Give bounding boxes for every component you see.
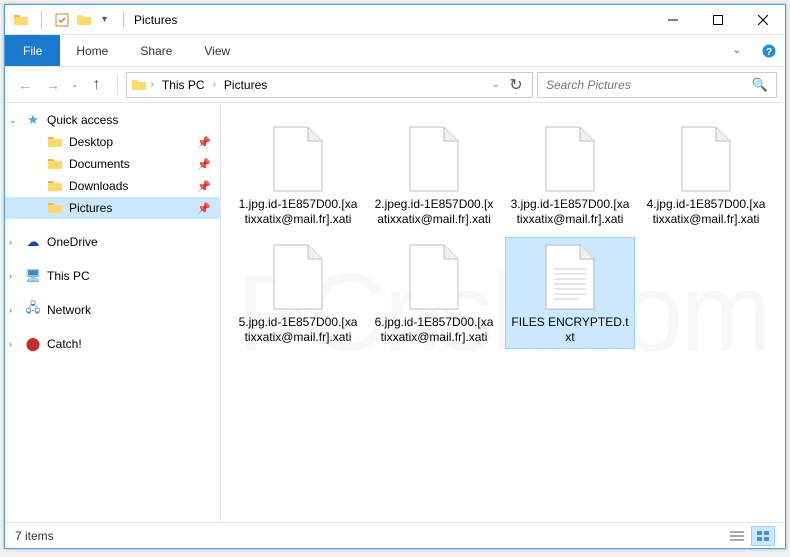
sidebar-catch[interactable]: › ⬤ Catch! [5,333,220,355]
forward-button[interactable]: → [41,73,65,97]
sidebar-label: OneDrive [47,235,98,249]
expand-icon[interactable]: › [9,339,12,349]
tab-home[interactable]: Home [60,35,124,66]
network-icon: 🖧 [25,302,41,318]
refresh-button[interactable]: ↻ [504,75,528,95]
file-name-label: 3.jpg.id-1E857D00.[xatixxatix@mail.fr].x… [509,197,631,227]
explorer-window: ▾ Pictures File Home Share View ⌄ ? ← → … [4,4,786,549]
expand-icon[interactable]: › [9,305,12,315]
chevron-down-icon[interactable]: ⌄ [492,79,500,90]
file-icon [672,123,740,195]
pin-icon: 📌 [196,136,212,149]
sidebar-label: This PC [47,269,90,283]
breadcrumb-thispc[interactable]: This PC [158,78,209,92]
sidebar-item-label: Downloads [69,179,128,193]
file-name-label: 5.jpg.id-1E857D00.[xatixxatix@mail.fr].x… [237,315,359,345]
details-view-button[interactable] [725,526,749,546]
separator [41,11,42,29]
svg-text:?: ? [766,47,772,58]
address-bar[interactable]: › This PC › Pictures ⌄ ↻ [126,72,533,98]
file-name-label: FILES ENCRYPTED.txt [509,315,631,345]
file-name-label: 1.jpg.id-1E857D00.[xatixxatix@mail.fr].x… [237,197,359,227]
new-folder-icon[interactable] [76,12,92,28]
file-name-label: 2.jpeg.id-1E857D00.[xatixxatix@mail.fr].… [373,197,495,227]
file-icon [400,241,468,313]
folder-icon [13,12,29,28]
collapse-icon[interactable]: ⌄ [9,115,17,126]
file-item[interactable]: FILES ENCRYPTED.txt [505,237,635,349]
search-input[interactable] [546,78,752,92]
expand-icon[interactable]: › [9,271,12,281]
folder-icon [131,77,147,93]
titlebar[interactable]: ▾ Pictures [5,5,785,35]
sidebar-quick-access[interactable]: ⌄ ★ Quick access [5,109,220,131]
tab-share[interactable]: Share [124,35,188,66]
expand-icon[interactable]: › [9,237,12,247]
search-box[interactable]: 🔍 [537,72,777,98]
sidebar-item-desktop[interactable]: Desktop 📌 [5,131,220,153]
sidebar-network[interactable]: › 🖧 Network [5,299,220,321]
monitor-icon: 🖥 [25,268,41,284]
recent-locations-icon[interactable]: ⌄ [71,79,79,90]
sidebar-label: Catch! [47,337,82,351]
search-icon[interactable]: 🔍 [752,77,768,93]
minimize-button[interactable] [650,5,695,34]
pin-icon: 📌 [196,202,212,215]
file-icon [264,241,332,313]
file-name-label: 4.jpg.id-1E857D00.[xatixxatix@mail.fr].x… [645,197,767,227]
close-button[interactable] [740,5,785,34]
folder-icon [47,156,63,172]
catch-icon: ⬤ [25,336,41,352]
properties-icon[interactable] [54,12,70,28]
sidebar-onedrive[interactable]: › ☁ OneDrive [5,231,220,253]
separator [123,11,124,29]
folder-icon [47,200,63,216]
folder-icon [47,134,63,150]
back-button[interactable]: ← [13,73,37,97]
file-icon [536,123,604,195]
sidebar-item-downloads[interactable]: Downloads 📌 [5,175,220,197]
status-bar: 7 items [5,522,785,548]
file-item[interactable]: 1.jpg.id-1E857D00.[xatixxatix@mail.fr].x… [233,119,363,231]
file-name-label: 6.jpg.id-1E857D00.[xatixxatix@mail.fr].x… [373,315,495,345]
tab-view[interactable]: View [188,35,246,66]
sidebar-item-label: Documents [69,157,130,171]
file-item[interactable]: 6.jpg.id-1E857D00.[xatixxatix@mail.fr].x… [369,237,499,349]
navigation-bar: ← → ⌄ ↑ › This PC › Pictures ⌄ ↻ 🔍 [5,67,785,103]
sidebar-item-label: Desktop [69,135,113,149]
file-icon [536,241,604,313]
thumbnails-view-button[interactable] [751,526,775,546]
star-icon: ★ [25,112,41,128]
file-icon [400,123,468,195]
file-menu[interactable]: File [5,35,60,66]
pin-icon: 📌 [196,158,212,171]
pin-icon: 📌 [196,180,212,193]
sidebar-thispc[interactable]: › 🖥 This PC [5,265,220,287]
sidebar-label: Network [47,303,91,317]
maximize-button[interactable] [695,5,740,34]
file-icon [264,123,332,195]
ribbon-expand-icon[interactable]: ⌄ [721,35,753,66]
sidebar-item-documents[interactable]: Documents 📌 [5,153,220,175]
breadcrumb-pictures[interactable]: Pictures [220,78,271,92]
navigation-pane[interactable]: ⌄ ★ Quick access Desktop📌Documents📌Downl… [5,103,221,522]
cloud-icon: ☁ [25,234,41,250]
file-item[interactable]: 4.jpg.id-1E857D00.[xatixxatix@mail.fr].x… [641,119,771,231]
file-item[interactable]: 5.jpg.id-1E857D00.[xatixxatix@mail.fr].x… [233,237,363,349]
file-item[interactable]: 3.jpg.id-1E857D00.[xatixxatix@mail.fr].x… [505,119,635,231]
file-list[interactable]: PCrisk.com 1.jpg.id-1E857D00.[xatixxatix… [221,103,785,522]
sidebar-label: Quick access [47,113,118,127]
item-count: 7 items [15,529,54,543]
window-title: Pictures [134,13,650,27]
chevron-right-icon[interactable]: › [151,79,154,90]
help-button[interactable]: ? [753,35,785,66]
chevron-right-icon[interactable]: › [213,79,216,90]
up-button[interactable]: ↑ [85,73,109,97]
folder-icon [47,178,63,194]
sidebar-item-label: Pictures [69,201,112,215]
sidebar-item-pictures[interactable]: Pictures 📌 [5,197,220,219]
ribbon: File Home Share View ⌄ ? [5,35,785,67]
file-item[interactable]: 2.jpeg.id-1E857D00.[xatixxatix@mail.fr].… [369,119,499,231]
qat-customize-icon[interactable]: ▾ [102,14,107,25]
